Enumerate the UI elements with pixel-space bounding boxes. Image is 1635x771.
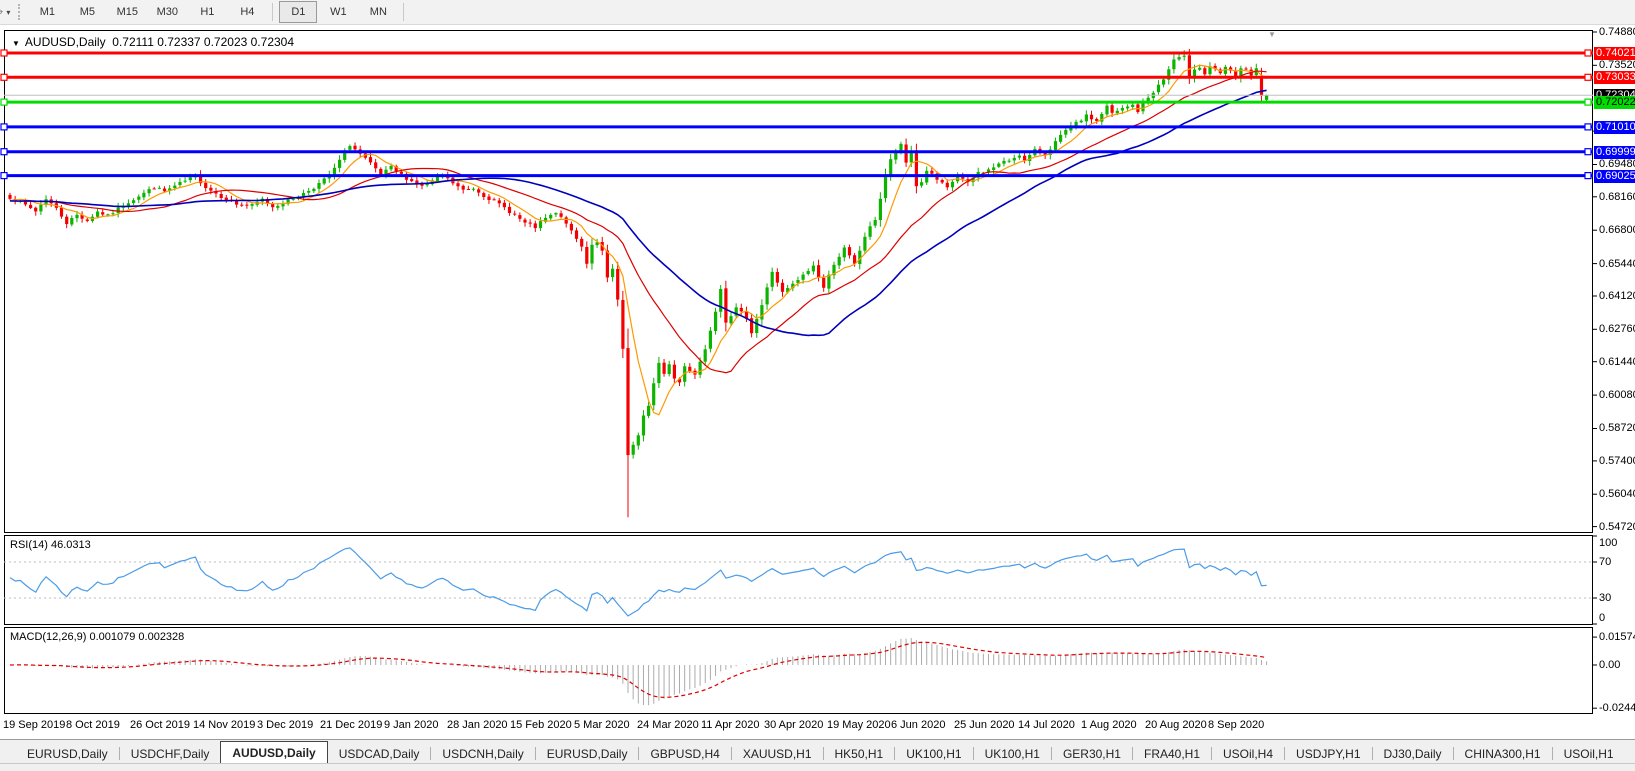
chart-tab-usdcad-daily[interactable]: USDCAD,Daily — [328, 744, 431, 764]
chart-tab-usoil-h1[interactable]: USOil,H1 — [1553, 744, 1625, 764]
price-axis-tick: 0.60080 — [1599, 389, 1635, 401]
macd-label: MACD(12,26,9) 0.001079 0.002328 — [10, 631, 184, 643]
price-axis-tick: 0.57400 — [1599, 455, 1635, 467]
price-axis-tick: 0.58720 — [1599, 422, 1635, 434]
date-axis-label: 14 Jul 2020 — [1018, 719, 1075, 731]
macd-indicator-pane[interactable] — [4, 627, 1593, 714]
chart-symbol-label: ▼ AUDUSD,Daily 0.72111 0.72337 0.72023 0.… — [12, 35, 294, 49]
date-axis-label: 24 Mar 2020 — [637, 719, 699, 731]
timeframe-button-h1[interactable]: H1 — [188, 1, 226, 23]
timeframe-button-m15[interactable]: M15 — [108, 1, 146, 23]
date-axis-label: 1 Aug 2020 — [1081, 719, 1137, 731]
chart-tab-bar: EURUSD,DailyUSDCHF,DailyAUDUSD,DailyUSDC… — [0, 739, 1635, 764]
price-axis-tick: 0.54720 — [1599, 521, 1635, 533]
rsi-axis-tick: 100 — [1599, 537, 1617, 549]
price-axis-tick: 0.61440 — [1599, 356, 1635, 368]
price-axis-tick: 0.64120 — [1599, 290, 1635, 302]
date-axis-label: 26 Oct 2019 — [130, 719, 190, 731]
chart-tab-usdcnh-daily[interactable]: USDCNH,Daily — [431, 744, 534, 764]
date-axis-label: 6 Jun 2020 — [891, 719, 945, 731]
hline-price-label: 0.71010 — [1594, 121, 1635, 134]
date-axis-label: 25 Jun 2020 — [954, 719, 1015, 731]
chart-tab-fra40-h1[interactable]: FRA40,H1 — [1133, 744, 1211, 764]
crosshair-tool-icon[interactable]: ⌖ ▾ — [0, 4, 14, 20]
hline-price-label: 0.72022 — [1594, 96, 1635, 109]
status-strip — [0, 763, 1635, 771]
hline-price-label: 0.69999 — [1594, 146, 1635, 159]
chart-tab-eurusd-daily[interactable]: EURUSD,Daily — [16, 744, 119, 764]
date-axis-label: 20 Aug 2020 — [1145, 719, 1207, 731]
toolbar-grip-handle[interactable] — [18, 4, 20, 20]
timeframe-button-m5[interactable]: M5 — [68, 1, 106, 23]
collapse-icon[interactable]: ▼ — [12, 39, 20, 48]
top-toolbar: ⌖ ▾ M1M5M15M30H1H4 D1W1MN — [0, 0, 1635, 25]
chart-symbol-text: AUDUSD,Daily — [25, 35, 106, 49]
main-chart-pane[interactable] — [4, 30, 1593, 533]
chart-tab-hk50-h1[interactable]: HK50,H1 — [824, 744, 895, 764]
chart-shift-marker-icon[interactable]: ▼ — [1268, 30, 1276, 39]
date-axis-label: 9 Jan 2020 — [384, 719, 438, 731]
price-axis-tick: 0.68160 — [1599, 191, 1635, 203]
date-axis-label: 14 Nov 2019 — [193, 719, 255, 731]
timeframe-button-w1[interactable]: W1 — [319, 1, 357, 23]
chart-tab-gbpusd-h4[interactable]: GBPUSD,H4 — [639, 744, 730, 764]
price-axis-tick: 0.62760 — [1599, 323, 1635, 335]
hline-price-label: 0.69025 — [1594, 170, 1635, 183]
date-axis-label: 30 Apr 2020 — [764, 719, 823, 731]
date-axis-label: 5 Mar 2020 — [574, 719, 630, 731]
timeframe-button-mn[interactable]: MN — [359, 1, 397, 23]
rsi-label: RSI(14) 46.0313 — [10, 539, 91, 551]
date-axis-label: 8 Sep 2020 — [1208, 719, 1264, 731]
price-axis-tick: 0.65440 — [1599, 258, 1635, 270]
hline-price-label: 0.73033 — [1594, 71, 1635, 84]
chart-tab-xauusd-h1[interactable]: XAUUSD,H1 — [732, 744, 823, 764]
date-axis-label: 28 Jan 2020 — [447, 719, 508, 731]
price-axis-tick: 0.73520 — [1599, 59, 1635, 71]
price-axis-tick: 0.56040 — [1599, 488, 1635, 500]
macd-axis-tick: 0.00 — [1599, 659, 1620, 671]
rsi-axis-tick: 70 — [1599, 556, 1611, 568]
chart-tab-usdchf-daily[interactable]: USDCHF,Daily — [120, 744, 221, 764]
hline-price-label: 0.74021 — [1594, 47, 1635, 60]
chart-tab-ger30-h1[interactable]: GER30,H1 — [1052, 744, 1132, 764]
macd-axis-tick: -0.02441 — [1599, 702, 1635, 714]
chart-tab-audusd-daily[interactable]: AUDUSD,Daily — [220, 741, 327, 764]
chart-ohlc-values: 0.72111 0.72337 0.72023 0.72304 — [112, 35, 294, 49]
toolbar-separator — [403, 3, 404, 21]
price-axis-tick: 0.74880 — [1599, 26, 1635, 38]
chart-tab-china300-h1[interactable]: CHINA300,H1 — [1454, 744, 1552, 764]
macd-axis-tick: 0.015741 — [1599, 631, 1635, 643]
rsi-axis-tick: 0 — [1599, 612, 1605, 624]
timeframe-button-d1[interactable]: D1 — [279, 1, 317, 23]
timeframe-button-m1[interactable]: M1 — [28, 1, 66, 23]
timeframe-bar: M1M5M15M30H1H4 D1W1MN — [27, 1, 409, 23]
date-axis-label: 19 May 2020 — [827, 719, 891, 731]
timeframe-button-h4[interactable]: H4 — [228, 1, 266, 23]
toolbar-separator — [272, 3, 273, 21]
chart-tab-usdjpy-h1[interactable]: USDJPY,H1 — [1285, 744, 1371, 764]
date-axis-label: 15 Feb 2020 — [510, 719, 572, 731]
rsi-indicator-pane[interactable] — [4, 535, 1593, 625]
date-axis-label: 21 Dec 2019 — [320, 719, 382, 731]
crosshair-glyph: ⌖ — [0, 4, 3, 20]
tool-dropdown-caret-icon[interactable]: ▾ — [6, 8, 10, 17]
price-axis-tick: 0.66800 — [1599, 224, 1635, 236]
chart-tab-usoil-h4[interactable]: USOil,H4 — [1212, 744, 1284, 764]
date-axis-label: 3 Dec 2019 — [257, 719, 313, 731]
chart-tab-dj30-daily[interactable]: DJ30,Daily — [1373, 744, 1453, 764]
date-axis-label: 19 Sep 2019 — [3, 719, 65, 731]
rsi-axis-tick: 30 — [1599, 592, 1611, 604]
timeframe-button-m30[interactable]: M30 — [148, 1, 186, 23]
chart-tab-eurusd-daily[interactable]: EURUSD,Daily — [536, 744, 639, 764]
date-axis-label: 8 Oct 2019 — [66, 719, 120, 731]
date-axis-label: 11 Apr 2020 — [701, 719, 760, 731]
chart-tab-uk100-h1[interactable]: UK100,H1 — [974, 744, 1051, 764]
price-axis-tick: 0.69480 — [1599, 158, 1635, 170]
chart-tab-uk100-h1[interactable]: UK100,H1 — [895, 744, 972, 764]
